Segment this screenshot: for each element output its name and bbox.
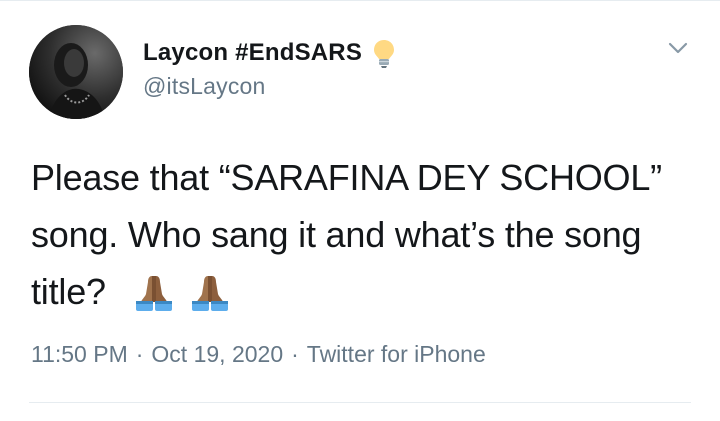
tweet-header: Laycon #EndSARS @itsLaycon xyxy=(29,25,691,121)
tweet-meta: 11:50 PM · Oct 19, 2020 · Twitter for iPhone xyxy=(31,341,486,368)
emoji-group xyxy=(130,272,234,312)
chevron-down-icon[interactable] xyxy=(665,35,691,61)
display-name-row: Laycon #EndSARS xyxy=(143,37,396,69)
tweet-date[interactable]: Oct 19, 2020 xyxy=(151,341,283,367)
tweet-text: Please that “SARAFINA DEY SCHOOL” song. … xyxy=(31,149,671,320)
tweet-body: Please that “SARAFINA DEY SCHOOL” song. … xyxy=(31,157,662,312)
avatar[interactable] xyxy=(29,25,123,119)
author-handle[interactable]: @itsLaycon xyxy=(143,73,396,100)
display-name[interactable]: Laycon #EndSARS xyxy=(143,39,362,67)
tweet-time[interactable]: 11:50 PM xyxy=(31,341,128,367)
meta-separator: · xyxy=(291,341,299,367)
folded-hands-icon xyxy=(130,272,178,312)
light-bulb-icon xyxy=(372,38,396,68)
divider xyxy=(29,402,691,403)
tweet-source[interactable]: Twitter for iPhone xyxy=(307,341,486,367)
meta-separator: · xyxy=(135,341,144,367)
folded-hands-icon xyxy=(186,272,234,312)
avatar-photo xyxy=(29,25,123,119)
tweet-card: Laycon #EndSARS @itsLaycon Please that “… xyxy=(0,0,720,421)
author-names: Laycon #EndSARS @itsLaycon xyxy=(143,37,396,100)
